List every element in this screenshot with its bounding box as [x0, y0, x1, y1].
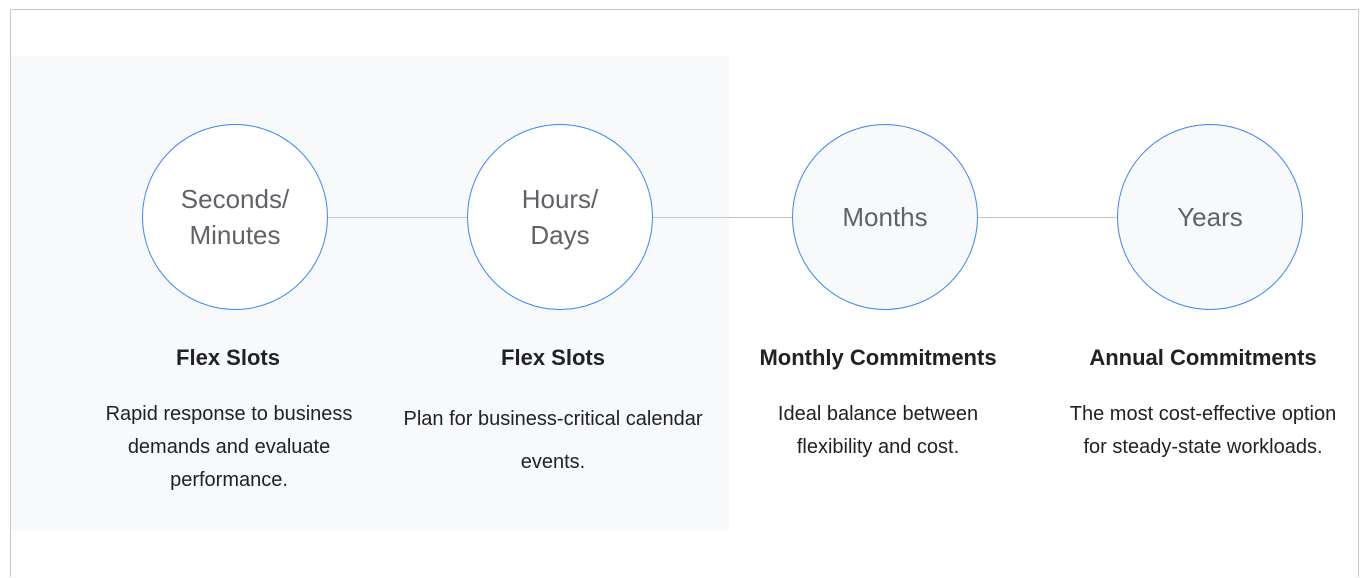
stage-title: Monthly Commitments	[759, 345, 997, 370]
connector-line-1	[328, 217, 467, 218]
stage-title: Flex Slots	[176, 345, 280, 370]
connector-line-3	[978, 217, 1117, 218]
circle-label-line: Hours/	[521, 184, 599, 214]
stage-description: Plan for business-critical calendar even…	[403, 408, 703, 473]
stage-circle-years: Years	[1117, 124, 1303, 310]
stage-description: The most cost-effective option for stead…	[1069, 403, 1337, 458]
stage-circle-months: Months	[792, 124, 978, 310]
circle-label-line: Months	[842, 202, 928, 232]
stage-circle-seconds-minutes: Seconds/ Minutes	[142, 124, 328, 310]
stage-circle-hours-days: Hours/ Days	[467, 124, 653, 310]
circle-label-line: Days	[530, 220, 590, 250]
connector-line-2	[653, 217, 792, 218]
circle-label-line: Minutes	[189, 220, 281, 250]
circle-label-line: Seconds/	[180, 184, 290, 214]
stage-title: Annual Commitments	[1089, 345, 1317, 370]
circle-label-line: Years	[1177, 202, 1243, 232]
stage-description: Ideal balance between flexibility and co…	[777, 403, 979, 458]
stage-title: Flex Slots	[501, 345, 605, 370]
stage-description: Rapid response to business demands and e…	[105, 403, 353, 491]
